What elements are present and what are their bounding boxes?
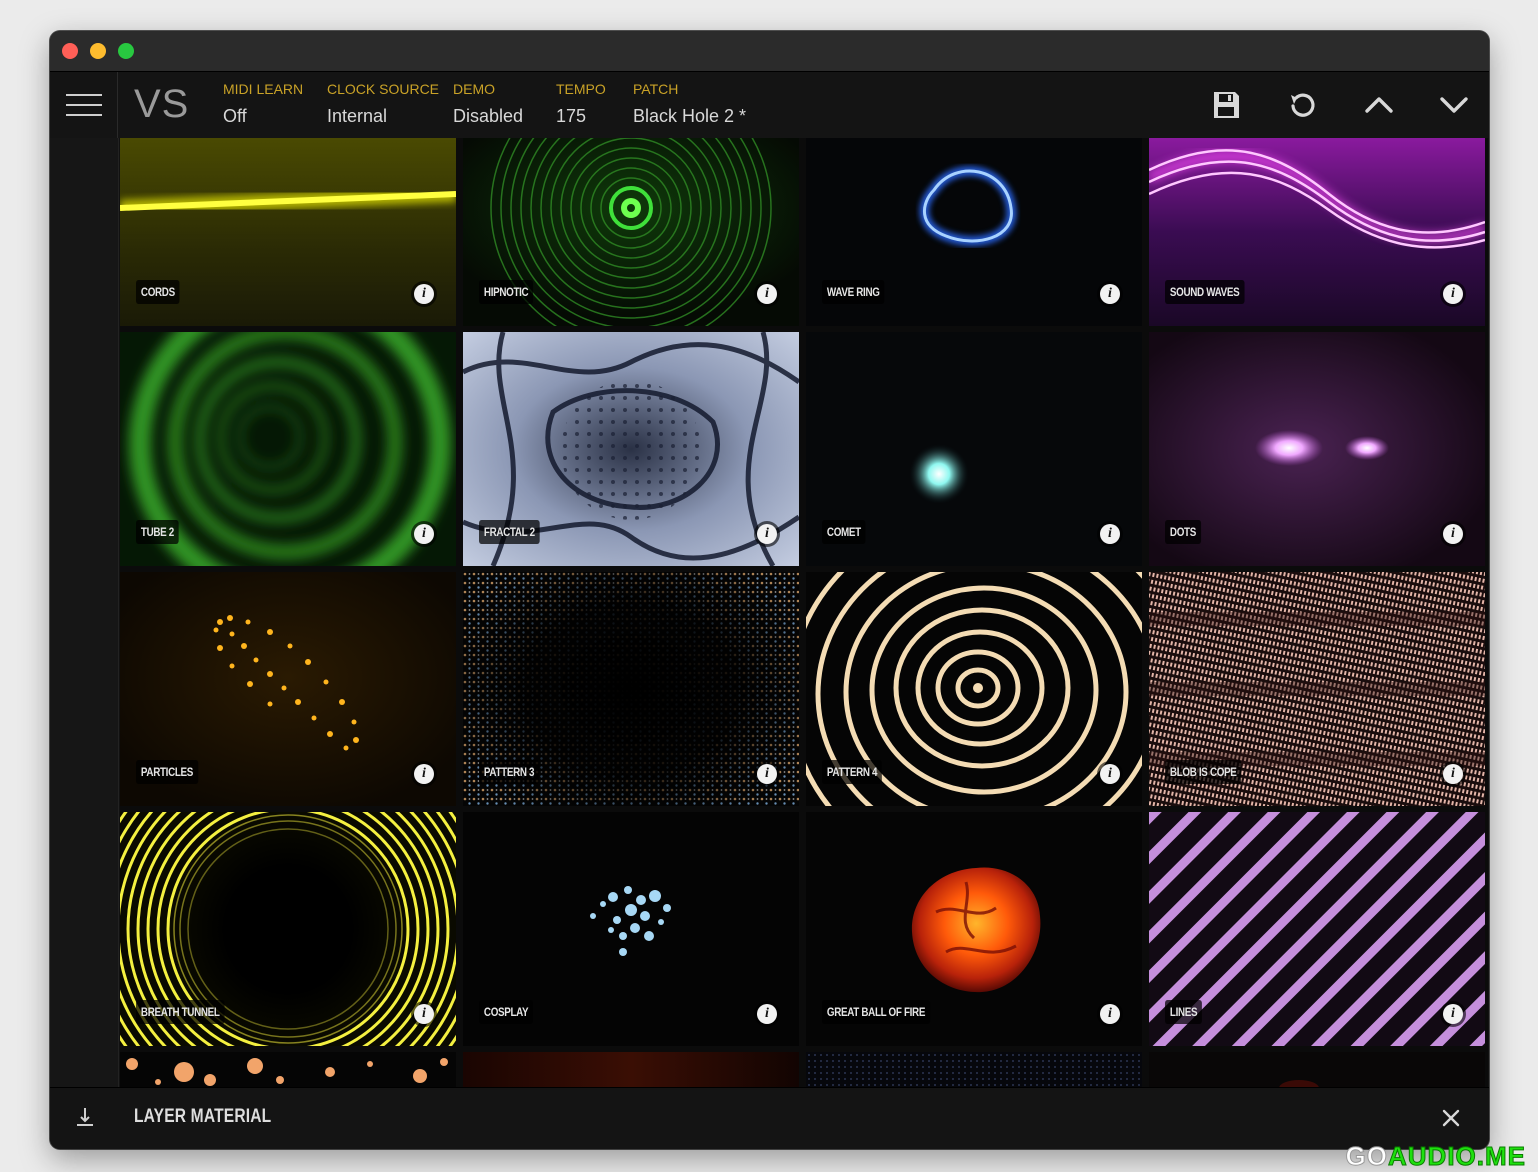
tile-label: BLOB IS COPE: [1165, 760, 1242, 784]
close-icon[interactable]: [1439, 1106, 1463, 1130]
minimize-window-button[interactable]: [90, 43, 106, 59]
info-icon[interactable]: i: [1443, 1004, 1463, 1024]
info-icon[interactable]: i: [757, 1004, 777, 1024]
info-icon[interactable]: i: [1443, 524, 1463, 544]
info-icon[interactable]: i: [414, 1004, 434, 1024]
tile-label: HIPNOTIC: [479, 280, 534, 304]
toolbar: VS MIDI LEARN Off CLOCK SOURCE Internal …: [50, 72, 1489, 138]
watermark: GOAUDIO.ME: [1345, 1141, 1526, 1172]
tile-label: COMET: [822, 520, 866, 544]
info-icon[interactable]: i: [1100, 524, 1120, 544]
info-icon[interactable]: i: [414, 524, 434, 544]
bottom-bar: LAYER MATERIAL: [50, 1087, 1489, 1149]
save-icon[interactable]: [1208, 87, 1244, 123]
zoom-window-button[interactable]: [118, 43, 134, 59]
tile-label: DOTS: [1165, 520, 1201, 544]
tile-cords[interactable]: CORDS i: [120, 138, 456, 326]
download-icon[interactable]: [74, 1105, 96, 1129]
tile-label: GREAT BALL OF FIRE: [822, 1000, 930, 1024]
info-icon[interactable]: i: [1443, 764, 1463, 784]
material-grid[interactable]: CORDS i HIPNOTIC i WAVE RING i SOUND WAV…: [120, 138, 1488, 1088]
clock-source-control[interactable]: CLOCK SOURCE Internal: [327, 81, 439, 127]
tile-dots[interactable]: DOTS i: [1149, 332, 1485, 566]
app-logo: VS: [134, 82, 190, 126]
tile-lines[interactable]: LINES i: [1149, 812, 1485, 1046]
tile-great-ball-of-fire[interactable]: GREAT BALL OF FIRE i: [806, 812, 1142, 1046]
chevron-up-icon[interactable]: [1361, 87, 1397, 123]
tempo-value: 175: [556, 106, 587, 126]
tile-label: FRACTAL 2: [479, 520, 540, 544]
tile-partial-dark[interactable]: [1149, 1052, 1485, 1088]
tile-label: PARTICLES: [136, 760, 198, 784]
tile-label: COSPLAY: [479, 1000, 534, 1024]
info-icon[interactable]: i: [414, 764, 434, 784]
tempo-control[interactable]: TEMPO 175: [556, 81, 606, 127]
toolbar-divider: [117, 72, 118, 138]
grid-thumbnail: [806, 1052, 1142, 1088]
ember-thumbnail: [463, 1052, 799, 1088]
tile-particles[interactable]: PARTICLES i: [120, 572, 456, 806]
chevron-down-icon[interactable]: [1436, 87, 1472, 123]
sidebar: [50, 138, 119, 1149]
tile-label: PATTERN 3: [479, 760, 540, 784]
tile-label: SOUND WAVES: [1165, 280, 1245, 304]
midi-learn-control[interactable]: MIDI LEARN Off: [223, 81, 303, 127]
reset-icon[interactable]: [1285, 87, 1321, 123]
info-icon[interactable]: i: [414, 284, 434, 304]
tile-breath-tunnel[interactable]: BREATH TUNNEL i: [120, 812, 456, 1046]
info-icon[interactable]: i: [757, 764, 777, 784]
watermark-part-2: AUDIO.ME: [1388, 1141, 1526, 1172]
demo-value: Disabled: [453, 106, 524, 126]
demo-control[interactable]: DEMO Disabled: [453, 81, 523, 127]
tile-label: CORDS: [136, 280, 180, 304]
title-bar: [50, 31, 1489, 72]
midi-learn-label: MIDI LEARN: [223, 81, 304, 97]
tile-label: PATTERN 4: [822, 760, 883, 784]
tile-tube-2[interactable]: TUBE 2 i: [120, 332, 456, 566]
patch-value: Black Hole 2 *: [633, 106, 747, 126]
tile-sound-waves[interactable]: SOUND WAVES i: [1149, 138, 1485, 326]
app-window: VS MIDI LEARN Off CLOCK SOURCE Internal …: [50, 31, 1489, 1149]
patch-label: PATCH: [633, 81, 679, 97]
tile-blob-is-cope[interactable]: BLOB IS COPE i: [1149, 572, 1485, 806]
layer-material-title: LAYER MATERIAL: [134, 1106, 272, 1127]
tile-comet[interactable]: COMET i: [806, 332, 1142, 566]
tile-partial-ember[interactable]: [463, 1052, 799, 1088]
tile-label: BREATH TUNNEL: [136, 1000, 225, 1024]
info-icon[interactable]: i: [1100, 764, 1120, 784]
bubbles-thumbnail: [120, 1052, 456, 1088]
watermark-part-1: GO: [1345, 1141, 1388, 1172]
midi-learn-value: Off: [223, 106, 247, 126]
demo-label: DEMO: [453, 81, 495, 97]
info-icon[interactable]: i: [1443, 284, 1463, 304]
close-window-button[interactable]: [62, 43, 78, 59]
patch-control[interactable]: PATCH Black Hole 2 *: [633, 81, 746, 127]
tile-fractal-2[interactable]: FRACTAL 2 i: [463, 332, 799, 566]
info-icon[interactable]: i: [1100, 1004, 1120, 1024]
clock-source-label: CLOCK SOURCE: [327, 81, 440, 97]
tile-partial-bubbles[interactable]: [120, 1052, 456, 1088]
tile-hipnotic[interactable]: HIPNOTIC i: [463, 138, 799, 326]
tile-pattern-3[interactable]: PATTERN 3 i: [463, 572, 799, 806]
tile-pattern-4[interactable]: PATTERN 4 i: [806, 572, 1142, 806]
dark-thumbnail: [1149, 1052, 1485, 1088]
tempo-label: TEMPO: [556, 81, 606, 97]
hamburger-menu-icon[interactable]: [64, 92, 104, 118]
tile-label: WAVE RING: [822, 280, 885, 304]
info-icon[interactable]: i: [757, 524, 777, 544]
clock-source-value: Internal: [327, 106, 388, 126]
tile-wave-ring[interactable]: WAVE RING i: [806, 138, 1142, 326]
info-icon[interactable]: i: [757, 284, 777, 304]
tile-partial-grid[interactable]: [806, 1052, 1142, 1088]
tile-cosplay[interactable]: COSPLAY i: [463, 812, 799, 1046]
info-icon[interactable]: i: [1100, 284, 1120, 304]
tile-label: LINES: [1165, 1000, 1203, 1024]
tile-label: TUBE 2: [136, 520, 179, 544]
